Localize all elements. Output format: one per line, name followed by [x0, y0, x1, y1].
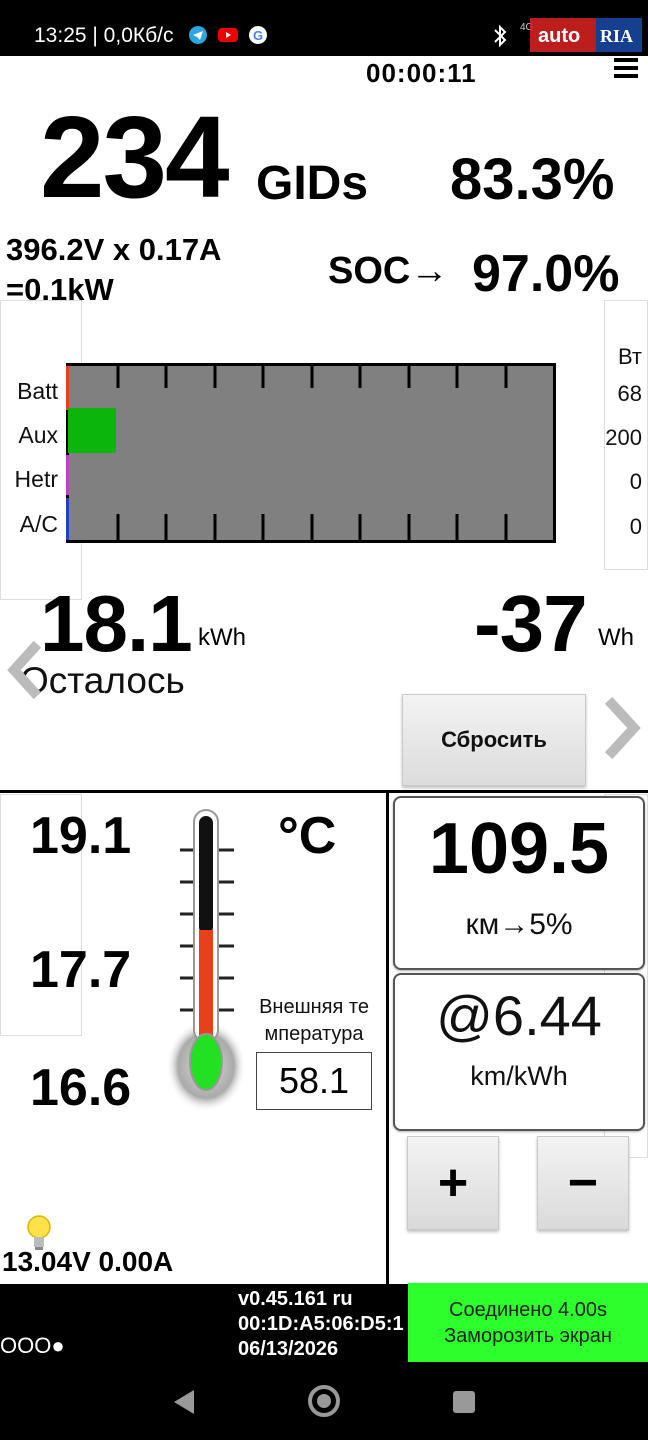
menu-icon[interactable] [614, 58, 638, 78]
freeze-screen-label: Заморозить экран [444, 1324, 612, 1347]
external-temp-value: 58.1 [256, 1052, 372, 1110]
row-value-batt: 68 [617, 381, 642, 406]
efficiency-card: @6.44 km/kWh [393, 973, 645, 1131]
bar-ac-marker [66, 498, 69, 540]
status-time-speed: 13:25 | 0,0Кб/с [34, 24, 174, 47]
reset-button[interactable]: Сбросить [402, 694, 586, 786]
bar-hetr-marker [66, 455, 69, 495]
minus-button[interactable]: − [537, 1136, 629, 1230]
home-icon[interactable] [307, 1384, 341, 1418]
google-icon: G [249, 26, 267, 44]
row-value-aux: 200 [605, 425, 642, 450]
soc-value: 97.0% [472, 245, 620, 303]
divider-vertical [386, 790, 389, 1284]
soc-label: SOC→ [328, 250, 449, 292]
row-label-hetr: Hetr [14, 466, 58, 492]
row-value-hetr: 0 [629, 469, 642, 494]
row-label-aux: Aux [18, 422, 58, 448]
aux-battery-readout: 13.04V 0.00A [2, 1246, 174, 1277]
gids-percent: 83.3% [450, 147, 615, 212]
external-temp-label: Внешняя те мпература [259, 996, 369, 1045]
connection-status: Соединено 4.00s [449, 1298, 607, 1321]
youtube-icon [218, 28, 238, 42]
trip-energy-value: -37 [474, 579, 588, 668]
svg-text:RIA: RIA [600, 26, 633, 46]
temp-low: 16.6 [30, 1059, 132, 1117]
trip-energy-unit: Wh [598, 624, 634, 651]
session-timer: 00:00:11 [366, 58, 477, 88]
temp-high: 19.1 [30, 807, 132, 865]
page-indicator: OOO● [0, 1333, 65, 1358]
bluetooth-icon [494, 24, 507, 48]
range-card: 109.5 км→5% [393, 796, 645, 970]
row-value-ac: 0 [629, 514, 642, 539]
current-date: 06/13/2026 [238, 1338, 339, 1360]
watermark-logo: auto RIA [530, 18, 642, 52]
range-value: 109.5 [428, 809, 610, 889]
bar-batt-marker [66, 366, 69, 410]
mac-address: 00:1D:A5:06:D5:1 [238, 1313, 404, 1335]
bar-aux [68, 408, 116, 453]
remaining-energy-value: 18.1 [40, 579, 193, 668]
gids-unit: GIDs [256, 157, 369, 210]
svg-text:auto: auto [538, 25, 580, 47]
temp-mid: 17.7 [30, 941, 132, 999]
efficiency-label: km/kWh [470, 1061, 568, 1091]
telegram-icon [189, 26, 207, 44]
row-label-batt: Batt [17, 378, 58, 404]
chevron-left-icon[interactable] [4, 640, 44, 700]
temp-unit: °C [278, 807, 337, 865]
gids-value: 234 [40, 92, 230, 222]
remaining-energy-label: Осталось [20, 660, 185, 701]
power-bar-ticks [116, 366, 508, 540]
chevron-right-icon[interactable] [602, 696, 646, 760]
connection-status-button[interactable]: Соединено 4.00s Заморозить экран [408, 1283, 648, 1362]
remaining-energy-unit: kWh [198, 624, 246, 651]
svg-text:G: G [253, 28, 263, 43]
status-bar: 13:25 | 0,0Кб/с G 4G auto RIA [0, 0, 648, 56]
efficiency-value: @6.44 [436, 984, 602, 1047]
power-bar-chart [66, 363, 556, 543]
recents-icon[interactable] [452, 1390, 476, 1414]
range-label: км→5% [465, 908, 573, 941]
back-icon[interactable] [172, 1388, 196, 1416]
divider-horizontal [0, 790, 648, 793]
version-number: v0.45.161 ru [238, 1288, 353, 1310]
plus-button[interactable]: + [407, 1136, 499, 1230]
version-info: v0.45.161 ru 00:1D:A5:06:D5:1 06/13/2026 [238, 1287, 404, 1362]
navigation-bar [0, 1362, 648, 1440]
battery-voltage-current: 396.2V x 0.17A [6, 232, 222, 267]
power-unit: Вт [617, 344, 642, 369]
thermometer-icon [166, 809, 246, 1112]
row-label-ac: A/C [19, 511, 58, 537]
